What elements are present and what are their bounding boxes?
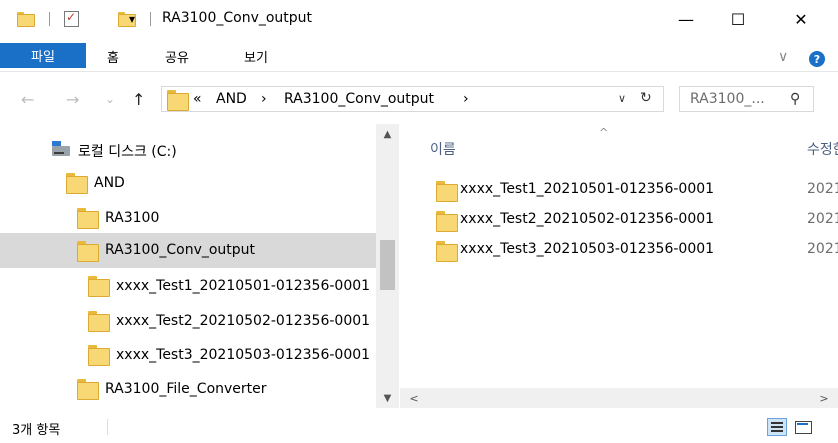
folder-icon — [436, 181, 458, 202]
ribbon-expand-button[interactable]: ∨ — [778, 49, 788, 65]
maximize-button[interactable]: ☐ — [715, 0, 761, 38]
properties-icon — [64, 10, 79, 27]
file-row-test1[interactable]: xxxx_Test1_20210501-012356-0001 2021 — [400, 178, 838, 202]
file-name: xxxx_Test1_20210501-012356-0001 — [460, 181, 715, 197]
scroll-left-icon[interactable]: < — [404, 388, 424, 408]
navigation-scrollbar[interactable]: ▲ ▼ — [376, 124, 399, 408]
tree-item-label: RA3100_Conv_output — [105, 242, 256, 258]
tree-item-test1[interactable]: xxxx_Test1_20210501-012356-0001 — [0, 269, 376, 304]
tree-item-label: xxxx_Test3_20210503-012356-0001 — [116, 347, 371, 363]
close-icon: ✕ — [794, 9, 808, 29]
breadcrumb-and[interactable]: AND — [216, 91, 247, 107]
tab-share[interactable]: 공유 — [165, 47, 189, 66]
divider — [107, 419, 108, 435]
tree-item-ra3100[interactable]: RA3100 — [0, 201, 376, 236]
forward-button[interactable]: → — [66, 90, 79, 109]
status-bar: 3개 항목 — [0, 408, 838, 443]
breadcrumb-separator[interactable]: › — [463, 91, 469, 107]
folder-icon — [17, 12, 35, 27]
folder-icon — [436, 241, 458, 262]
tree-item-local-disk[interactable]: 로컬 디스크 (C:) — [0, 132, 376, 167]
folder-icon — [436, 211, 458, 232]
scroll-up-icon[interactable]: ▲ — [376, 124, 399, 144]
tree-item-test2[interactable]: xxxx_Test2_20210502-012356-0001 — [0, 304, 376, 339]
tree-item-label: xxxx_Test1_20210501-012356-0001 — [116, 278, 371, 294]
recent-locations-button[interactable]: ⌄ — [105, 92, 115, 106]
tab-file[interactable]: 파일 — [0, 43, 86, 68]
divider — [150, 12, 151, 26]
drive-icon — [52, 141, 70, 156]
minimize-icon: — — [678, 9, 694, 29]
minimize-button[interactable]: — — [663, 0, 709, 38]
back-button[interactable]: ← — [21, 90, 34, 109]
file-date: 2021 — [807, 241, 838, 257]
window-title: RA3100_Conv_output — [162, 10, 313, 26]
file-name: xxxx_Test3_20210503-012356-0001 — [460, 241, 715, 257]
details-view-icon[interactable] — [767, 418, 787, 436]
folder-icon — [88, 311, 110, 332]
scroll-down-icon[interactable]: ▼ — [376, 388, 399, 408]
folder-icon — [88, 345, 110, 366]
title-bar: ▾ RA3100_Conv_output — ☐ ✕ — [0, 0, 838, 38]
tab-home[interactable]: 홈 — [107, 47, 119, 66]
file-list-scrollbar[interactable]: < > — [400, 388, 838, 408]
sort-ascending-icon: ^ — [599, 126, 609, 139]
folder-icon — [167, 90, 189, 111]
scrollbar-thumb[interactable] — [380, 240, 395, 290]
column-header-name[interactable]: 이름 — [430, 139, 456, 159]
properties-button[interactable] — [64, 9, 79, 29]
search-icon: ⚲ — [790, 91, 801, 107]
tree-item-file-converter[interactable]: RA3100_File_Converter — [0, 372, 376, 407]
file-date: 2021 — [807, 181, 838, 197]
tree-item-label: 로컬 디스크 (C:) — [78, 144, 177, 160]
file-list: ^ 이름 수정한 날짜 xxxx_Test1_20210501-012356-0… — [400, 124, 838, 388]
tree-item-label: AND — [94, 175, 125, 191]
folder-icon — [77, 379, 99, 400]
folder-icon — [77, 241, 99, 262]
breadcrumb-separator[interactable]: › — [261, 91, 267, 107]
breadcrumb-ra3100-conv-output[interactable]: RA3100_Conv_output — [284, 91, 434, 107]
refresh-icon[interactable]: ↻ — [640, 90, 652, 106]
file-date: 2021 — [807, 211, 838, 227]
file-row-test3[interactable]: xxxx_Test3_20210503-012356-0001 2021 — [400, 238, 838, 262]
divider — [49, 12, 50, 26]
scroll-right-icon[interactable]: > — [814, 388, 834, 408]
file-name: xxxx_Test2_20210502-012356-0001 — [460, 211, 715, 227]
tree-item-test3[interactable]: xxxx_Test3_20210503-012356-0001 — [0, 338, 376, 373]
tree-item-label: RA3100 — [105, 210, 160, 226]
tab-view[interactable]: 보기 — [244, 47, 268, 66]
address-dropdown[interactable]: ∨ — [618, 92, 626, 105]
maximize-icon: ☐ — [730, 9, 746, 29]
navigation-bar: ← → ⌄ ↑ « AND › RA3100_Conv_output › ∨ ↻… — [0, 73, 838, 123]
folder-icon — [66, 173, 88, 194]
file-row-test2[interactable]: xxxx_Test2_20210502-012356-0001 2021 — [400, 208, 838, 232]
tree-item-label: xxxx_Test2_20210502-012356-0001 — [116, 313, 371, 329]
quick-access-dropdown[interactable]: ▾ — [129, 9, 135, 29]
folder-icon — [77, 208, 99, 229]
tree-item-and[interactable]: AND — [0, 166, 376, 201]
close-button[interactable]: ✕ — [778, 0, 824, 38]
item-count: 3개 항목 — [12, 423, 61, 438]
search-placeholder: RA3100_... — [690, 91, 765, 107]
tree-item-ra3100-conv-output[interactable]: RA3100_Conv_output — [0, 233, 376, 268]
breadcrumb-overflow[interactable]: « — [193, 91, 202, 107]
tree-item-label: RA3100_File_Converter — [105, 381, 267, 397]
folder-icon — [88, 276, 110, 297]
large-icons-view-icon[interactable] — [793, 418, 813, 436]
help-icon[interactable]: ? — [809, 51, 825, 67]
column-header-date[interactable]: 수정한 날짜 — [807, 139, 838, 159]
address-bar[interactable]: « AND › RA3100_Conv_output › ∨ ↻ — [161, 86, 664, 112]
up-button[interactable]: ↑ — [132, 90, 145, 109]
chevron-down-icon: ▾ — [129, 12, 136, 26]
navigation-pane: 로컬 디스크 (C:) AND RA3100 RA3100_Conv_outpu… — [0, 124, 399, 408]
ribbon-tabs: 파일 홈 공유 보기 ∨ ? — [0, 38, 838, 72]
search-input[interactable]: RA3100_... ⚲ — [679, 86, 814, 112]
